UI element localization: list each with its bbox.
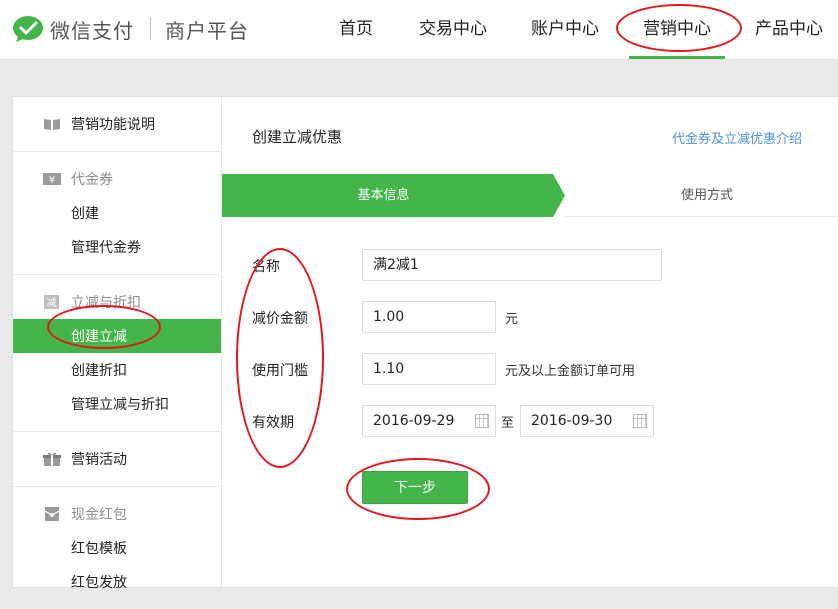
nav-products[interactable]: 产品中心 <box>755 0 823 59</box>
main-panel: 营销功能说明 ¥ 代金券 创建 管理代金券 减 立减与折扣 创建立减 创建折扣 … <box>12 96 838 591</box>
sidebar-group-coupon: ¥ 代金券 创建 管理代金券 <box>13 152 221 275</box>
discount-icon: 减 <box>44 295 59 309</box>
sidebar-item-label: 营销功能说明 <box>71 117 155 133</box>
sidebar-group-red-packet: 现金红包 红包模板 红包发放 <box>13 487 221 609</box>
sidebar-item-create-discount[interactable]: 创建折扣 <box>13 353 221 387</box>
end-date-value: 2016-09-30 <box>531 413 613 429</box>
sidebar-heading-label: 代金券 <box>71 172 113 188</box>
step-basic-info: 基本信息 <box>222 174 565 217</box>
sidebar-item-packet-template[interactable]: 红包模板 <box>13 531 221 565</box>
step-progress: 基本信息 使用方式 <box>222 174 838 217</box>
sidebar-heading-label: 现金红包 <box>71 507 127 523</box>
brand-subtitle: 商户平台 <box>165 18 249 43</box>
sidebar-heading-red-packet[interactable]: 现金红包 <box>13 497 221 531</box>
yen-icon: ¥ <box>43 173 61 186</box>
help-link[interactable]: 代金券及立减优惠介绍 <box>672 128 802 147</box>
book-icon <box>44 119 60 130</box>
discount-unit: 元 <box>505 312 519 327</box>
calendar-icon[interactable] <box>633 414 647 428</box>
next-step-button[interactable]: 下一步 <box>362 471 468 504</box>
discount-amount-label: 减价金额 <box>252 311 308 327</box>
date-separator: 至 <box>501 416 515 431</box>
sidebar-heading-coupon[interactable]: ¥ 代金券 <box>13 162 221 196</box>
sidebar-item-manage-coupon[interactable]: 管理代金券 <box>13 230 221 264</box>
gift-icon <box>43 452 61 466</box>
threshold-input[interactable]: 1.10 <box>362 353 496 385</box>
sidebar-group-activity: 营销活动 <box>13 432 221 487</box>
nav-marketing[interactable]: 营销中心 <box>629 0 725 59</box>
logo[interactable]: 微信支付 商户平台 <box>12 12 249 46</box>
start-date-input[interactable]: 2016-09-29 <box>362 405 496 437</box>
brand-name: 微信支付 <box>50 18 134 43</box>
sidebar-heading-discount[interactable]: 减 立减与折扣 <box>13 285 221 319</box>
brand-divider <box>150 18 151 40</box>
end-date-input[interactable]: 2016-09-30 <box>520 405 654 437</box>
threshold-label: 使用门槛 <box>252 363 308 379</box>
red-packet-icon <box>44 507 60 521</box>
nav-home[interactable]: 首页 <box>339 0 373 59</box>
sidebar-item-packet-issue[interactable]: 红包发放 <box>13 565 221 599</box>
sidebar-item-marketing-intro[interactable]: 营销功能说明 <box>13 107 221 141</box>
sidebar-group-discount: 减 立减与折扣 创建立减 创建折扣 管理立减与折扣 <box>13 275 221 432</box>
name-input[interactable]: 满2减1 <box>362 249 662 281</box>
validity-label: 有效期 <box>252 415 294 431</box>
step-usage: 使用方式 <box>565 174 838 217</box>
sidebar-heading-label: 立减与折扣 <box>71 295 141 311</box>
sidebar-item-manage-discount[interactable]: 管理立减与折扣 <box>13 387 221 421</box>
sidebar-item-marketing-activity[interactable]: 营销活动 <box>13 442 221 476</box>
nav-account[interactable]: 账户中心 <box>531 0 599 59</box>
sidebar-group-intro: 营销功能说明 <box>13 97 221 152</box>
name-label: 名称 <box>252 259 280 275</box>
sidebar-item-label: 营销活动 <box>71 452 127 468</box>
nav-transactions[interactable]: 交易中心 <box>419 0 487 59</box>
start-date-value: 2016-09-29 <box>373 413 455 429</box>
svg-text:减: 减 <box>47 297 57 309</box>
page-title: 创建立减优惠 <box>252 128 343 146</box>
svg-text:¥: ¥ <box>49 175 55 186</box>
wechat-pay-icon <box>13 16 43 42</box>
sidebar-item-create-reduction[interactable]: 创建立减 <box>13 319 221 353</box>
threshold-suffix: 元及以上金额订单可用 <box>505 364 636 379</box>
top-header: 微信支付 商户平台 首页 交易中心 账户中心 营销中心 产品中心 <box>0 0 838 60</box>
calendar-icon[interactable] <box>475 414 489 428</box>
sidebar-item-create-coupon[interactable]: 创建 <box>13 196 221 230</box>
discount-amount-input[interactable]: 1.00 <box>362 301 496 333</box>
sidebar: 营销功能说明 ¥ 代金券 创建 管理代金券 减 立减与折扣 创建立减 创建折扣 … <box>13 97 222 591</box>
content-area: 创建立减优惠 代金券及立减优惠介绍 基本信息 使用方式 名称 满2减1 减价金额… <box>222 97 838 587</box>
